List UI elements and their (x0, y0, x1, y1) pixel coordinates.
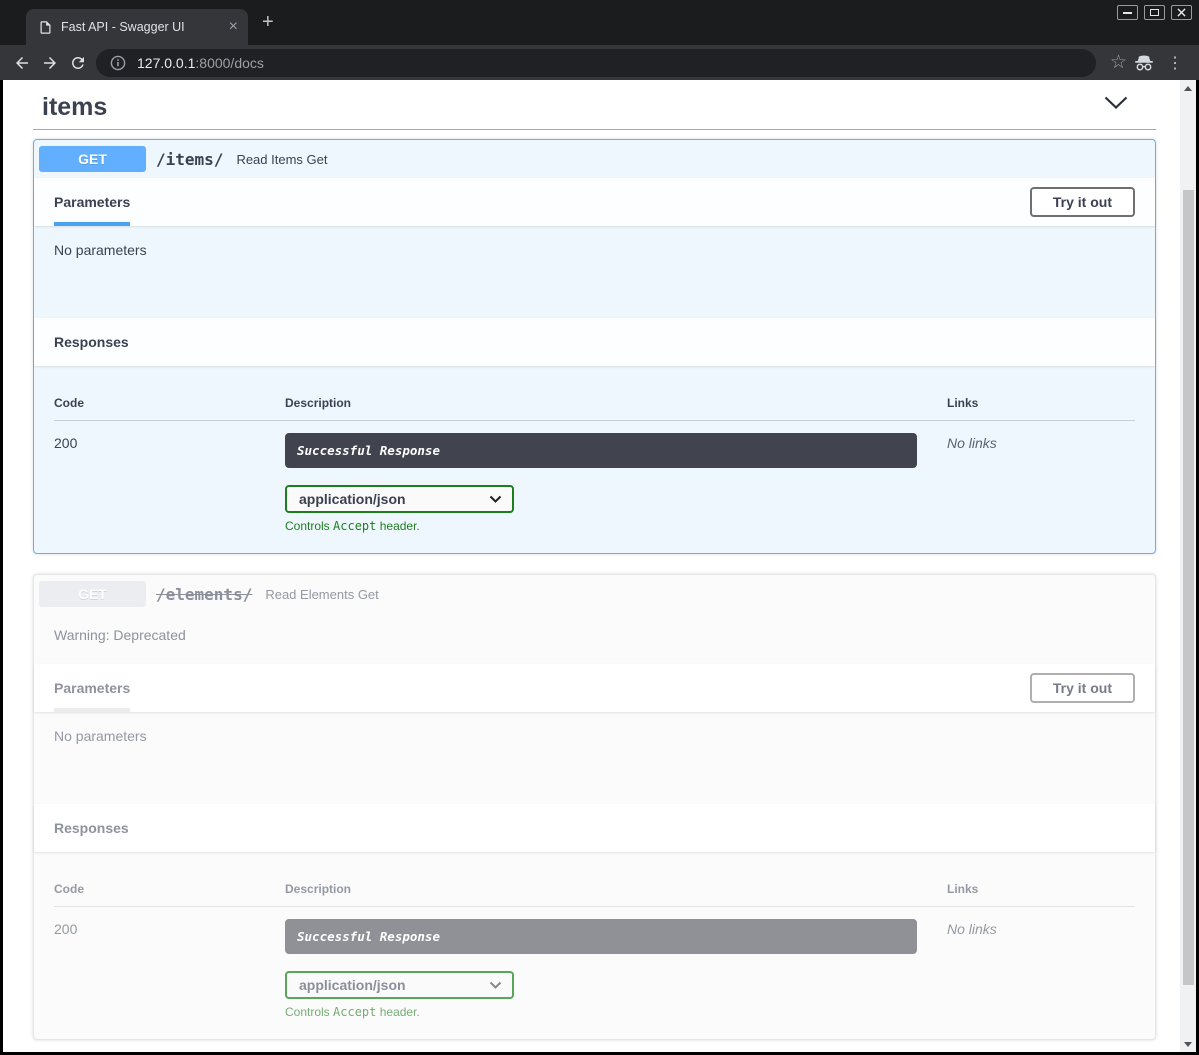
col-code: Code (54, 396, 285, 410)
responses-header: Responses (34, 318, 1155, 366)
table-divider (54, 906, 1135, 907)
try-it-out-button[interactable]: Try it out (1030, 187, 1135, 217)
responses-body: Code Description Links 200 Successful Re… (34, 366, 1155, 553)
links-value: No links (947, 433, 1135, 533)
response-description: Successful Response (285, 919, 917, 954)
responses-body: Code Description Links 200 Successful Re… (34, 852, 1155, 1039)
response-row-200: 200 Successful Response application/json… (54, 919, 1135, 1019)
chevron-down-icon (489, 981, 502, 989)
col-links: Links (947, 396, 1135, 410)
response-description-cell: Successful Response application/json Con… (285, 433, 947, 533)
scrollbar-thumb[interactable] (1183, 190, 1194, 985)
parameters-title: Parameters (54, 680, 130, 696)
back-button[interactable] (8, 49, 36, 77)
opblock-get-elements-deprecated: GET /elements/ Read Elements Get Warning… (33, 574, 1156, 1040)
col-code: Code (54, 882, 285, 896)
menu-kebab-button[interactable]: ⋮ (1167, 53, 1183, 73)
responses-title: Responses (54, 820, 129, 836)
document-icon (38, 20, 53, 35)
media-type-select[interactable]: application/json (285, 485, 514, 513)
bookmark-star-button[interactable]: ☆ (1110, 51, 1127, 74)
parameters-header: Parameters Try it out (34, 178, 1155, 226)
info-icon[interactable] (110, 55, 126, 71)
endpoint-summary: Read Elements Get (265, 587, 378, 602)
accept-header-note: Controls Accept header. (285, 1005, 947, 1019)
scroll-down-button[interactable] (1180, 1036, 1196, 1052)
method-badge: GET (39, 146, 146, 172)
incognito-icon (1133, 54, 1155, 72)
window-controls (1117, 5, 1192, 20)
reload-button[interactable] (64, 49, 92, 77)
forward-button[interactable] (36, 49, 64, 77)
media-type-select[interactable]: application/json (285, 971, 514, 999)
reload-icon (69, 54, 87, 72)
status-code: 200 (54, 919, 285, 1019)
tab-title: Fast API - Swagger UI (61, 20, 227, 34)
table-divider (54, 420, 1135, 421)
section-title: items (42, 93, 107, 121)
tab-parameters[interactable]: Parameters (54, 178, 130, 226)
browser-tab[interactable]: Fast API - Swagger UI × (26, 9, 248, 45)
method-badge: GET (39, 581, 146, 607)
maximize-button[interactable] (1144, 5, 1165, 20)
responses-title: Responses (54, 334, 129, 350)
response-description-cell: Successful Response application/json Con… (285, 919, 947, 1019)
chevron-down-icon (489, 495, 502, 503)
tab-parameters[interactable]: Parameters (54, 664, 130, 712)
close-button[interactable] (1171, 5, 1192, 20)
incognito-button[interactable] (1133, 54, 1155, 72)
parameters-title: Parameters (54, 194, 130, 210)
endpoint-path: /elements/ (156, 585, 252, 604)
back-icon (13, 54, 31, 72)
browser-toolbar: 127.0.0.1:8000/docs ☆ ⋮ (0, 45, 1199, 80)
responses-header: Responses (34, 804, 1155, 852)
col-description: Description (285, 396, 947, 410)
close-window-icon (1177, 8, 1186, 17)
deprecated-warning: Warning: Deprecated (34, 613, 1155, 664)
url-text: 127.0.0.1:8000/docs (137, 55, 264, 71)
no-parameters-text: No parameters (54, 728, 147, 744)
scroll-up-button[interactable] (1180, 80, 1196, 96)
tag-section-header[interactable]: items (33, 91, 1156, 130)
arrow-down-icon (1184, 1042, 1192, 1047)
chevron-down-icon (1104, 96, 1128, 110)
endpoint-summary: Read Items Get (236, 152, 327, 167)
col-description: Description (285, 882, 947, 896)
endpoint-path: /items/ (156, 150, 223, 169)
parameters-body: No parameters (34, 712, 1155, 804)
response-description: Successful Response (285, 433, 917, 468)
url-path: :8000/docs (195, 55, 264, 71)
links-value: No links (947, 919, 1135, 1019)
opblock-summary[interactable]: GET /elements/ Read Elements Get (34, 575, 1155, 613)
no-parameters-text: No parameters (54, 242, 147, 258)
status-code: 200 (54, 433, 285, 533)
minimize-icon (1123, 12, 1132, 14)
vertical-scrollbar[interactable] (1180, 80, 1196, 1052)
forward-icon (41, 54, 59, 72)
responses-table-header: Code Description Links (54, 882, 1135, 896)
arrow-up-icon (1184, 86, 1192, 91)
maximize-icon (1150, 9, 1159, 16)
accept-header-note: Controls Accept header. (285, 519, 947, 533)
page-content: items GET /items/ Read Items Get Paramet… (3, 80, 1180, 1052)
new-tab-button[interactable]: + (262, 12, 274, 32)
media-type-value: application/json (299, 977, 406, 993)
parameters-header: Parameters Try it out (34, 664, 1155, 712)
url-host: 127.0.0.1 (137, 55, 195, 71)
tab-close-icon[interactable]: × (227, 19, 240, 35)
media-type-value: application/json (299, 491, 406, 507)
title-bar: Fast API - Swagger UI × + (0, 0, 1199, 45)
parameters-body: No parameters (34, 226, 1155, 318)
opblock-summary[interactable]: GET /items/ Read Items Get (34, 140, 1155, 178)
collapse-section-button[interactable] (1104, 96, 1128, 121)
try-it-out-button[interactable]: Try it out (1030, 673, 1135, 703)
minimize-button[interactable] (1117, 5, 1138, 20)
col-links: Links (947, 882, 1135, 896)
opblock-get-items: GET /items/ Read Items Get Parameters Tr… (33, 139, 1156, 554)
response-row-200: 200 Successful Response application/json… (54, 433, 1135, 533)
url-bar[interactable]: 127.0.0.1:8000/docs (96, 49, 1096, 77)
responses-table-header: Code Description Links (54, 396, 1135, 410)
